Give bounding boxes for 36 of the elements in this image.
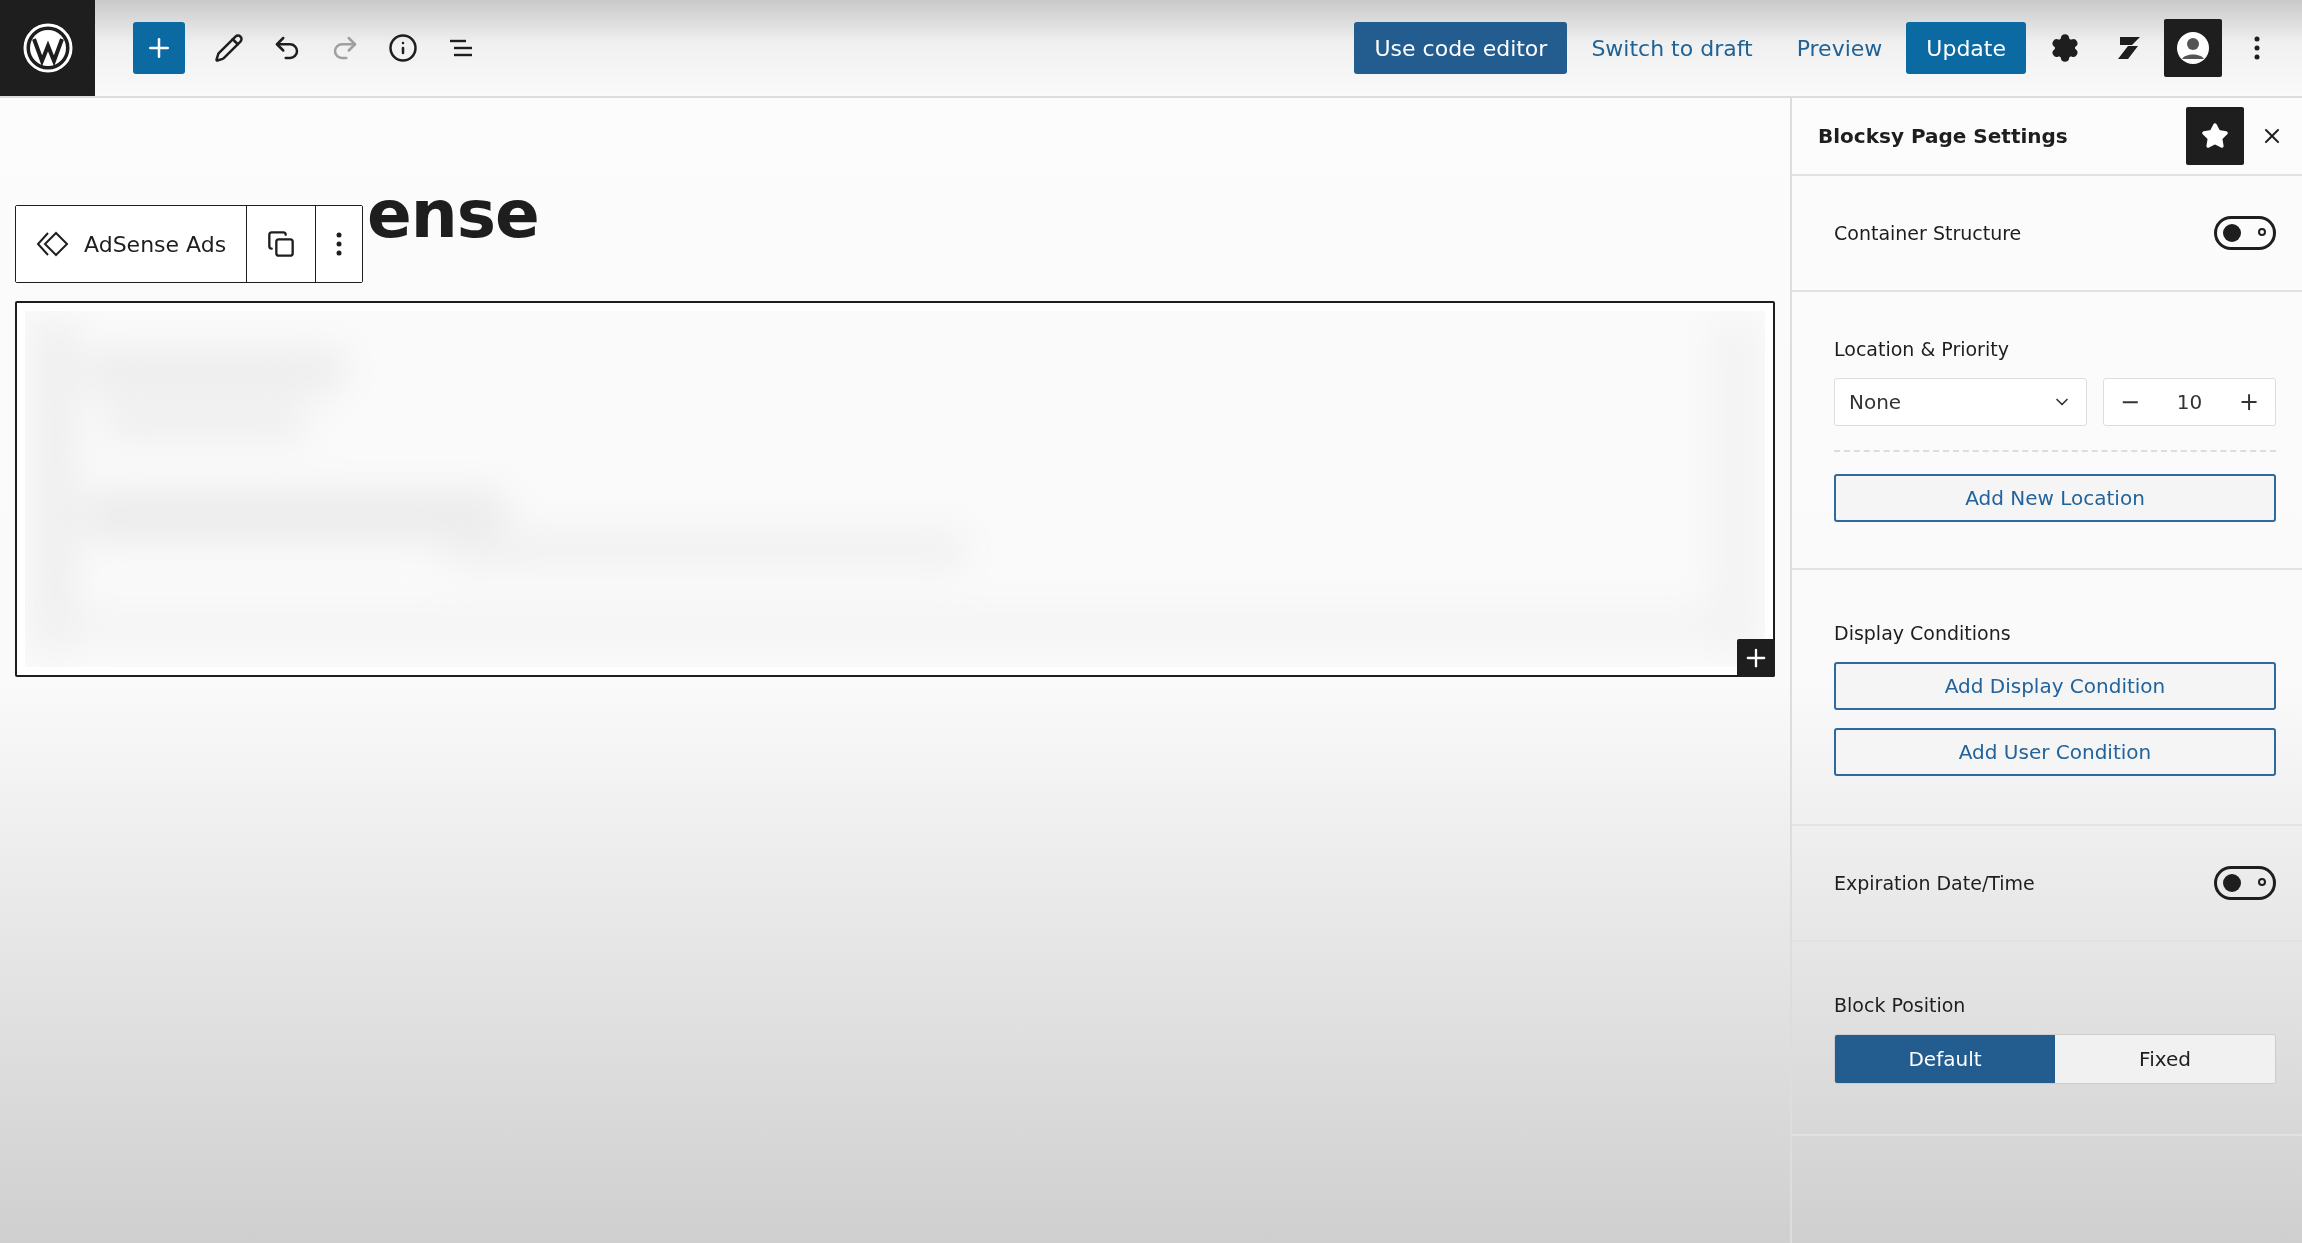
- pin-button[interactable]: [2186, 107, 2244, 165]
- info-icon: [388, 33, 418, 63]
- header-button[interactable]: Update: [1906, 22, 2026, 74]
- add-block-button[interactable]: [1737, 639, 1775, 677]
- section-label: Location & Priority: [1834, 338, 2010, 360]
- block-type-button[interactable]: AdSense Ads: [16, 206, 248, 282]
- increment-button[interactable]: +: [2232, 388, 2265, 416]
- section-label: Block Position: [1834, 994, 1967, 1016]
- header-button[interactable]: Use code editor: [1354, 22, 1568, 74]
- priority-value: 10: [2176, 390, 2203, 414]
- location-select[interactable]: None: [1834, 378, 2087, 426]
- more-icon: [336, 232, 343, 256]
- toggle-switch[interactable]: [2214, 216, 2276, 250]
- add-condition-button[interactable]: Add Display Condition: [1834, 662, 2276, 710]
- pencil-icon: [214, 33, 244, 63]
- sidebar-title: Blocksy Page Settings: [1818, 124, 2069, 148]
- decrement-button[interactable]: −: [2114, 388, 2147, 416]
- section-label: Expiration Date/Time: [1834, 872, 2035, 894]
- section-label: Container Structure: [1834, 222, 2022, 244]
- header-icon-button[interactable]: [2164, 19, 2222, 77]
- wordpress-logo[interactable]: [0, 0, 95, 96]
- add-location-button[interactable]: Add New Location: [1834, 474, 2276, 522]
- section-label: Display Conditions: [1834, 622, 2012, 644]
- segment-tab[interactable]: Fixed: [2055, 1035, 2275, 1083]
- avatar-icon: [2175, 30, 2211, 66]
- add-condition-button[interactable]: Add User Condition: [1834, 728, 2276, 776]
- segment-tab[interactable]: Default: [1835, 1035, 2055, 1083]
- copy-icon: [267, 230, 296, 258]
- star-icon: [2201, 122, 2229, 150]
- wordpress-logo-icon: [21, 22, 74, 74]
- diamonds-icon: [36, 231, 70, 257]
- toggle-switch[interactable]: [2214, 866, 2276, 900]
- more-icon: [2254, 36, 2260, 60]
- header-link[interactable]: Switch to draft: [1571, 22, 1773, 74]
- header-link[interactable]: Preview: [1776, 22, 1903, 74]
- post-title: ense: [367, 175, 540, 255]
